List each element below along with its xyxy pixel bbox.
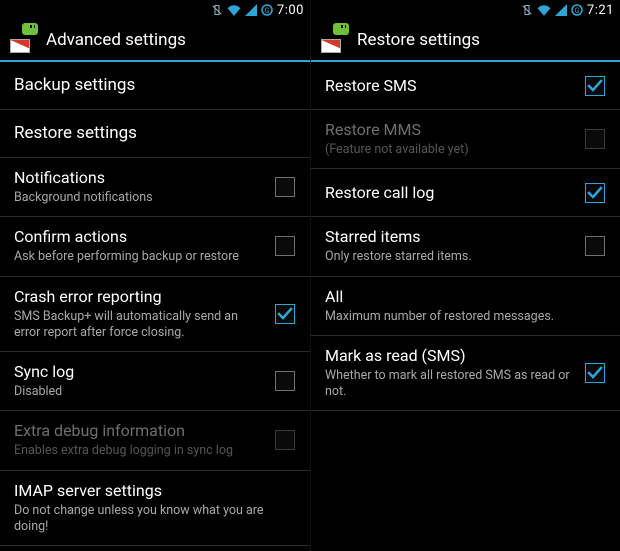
- settings-row-texts: Restore settings: [14, 123, 296, 144]
- settings-row[interactable]: Restore SMS: [311, 62, 620, 110]
- settings-row-subtitle: Background notifications: [14, 190, 266, 206]
- settings-row-subtitle: Enables extra debug logging in sync log: [14, 443, 266, 459]
- settings-row-subtitle: (Feature not available yet): [325, 142, 576, 158]
- settings-row-title: Crash error reporting: [14, 287, 266, 307]
- settings-row-title: Notifications: [14, 168, 266, 188]
- action-bar: Restore settings: [311, 20, 620, 62]
- settings-row-texts: Extra debug information Enables extra deb…: [14, 421, 274, 459]
- settings-row[interactable]: Restore settings: [0, 110, 310, 158]
- svg-text:G: G: [265, 7, 270, 15]
- checkbox: [584, 128, 606, 150]
- checkbox[interactable]: [274, 303, 296, 325]
- settings-row-title: Restore settings: [14, 123, 288, 144]
- settings-row[interactable]: Mark as read (SMS)Whether to mark all re…: [311, 336, 620, 412]
- checkbox[interactable]: [274, 235, 296, 257]
- settings-row-texts: Backup settings: [14, 75, 296, 96]
- status-bar: G 7:00: [0, 0, 310, 20]
- settings-row[interactable]: Restore call log: [311, 169, 620, 217]
- settings-row-texts: Mark as read (SMS)Whether to mark all re…: [325, 346, 584, 401]
- settings-list: Backup settings Restore settings Notificat…: [0, 62, 310, 551]
- settings-row-subtitle: Do not change unless you know what you a…: [14, 503, 288, 536]
- status-clock: 7:21: [587, 3, 614, 18]
- settings-row-texts: Crash error reportingSMS Backup+ will au…: [14, 287, 274, 342]
- wifi-icon: [537, 4, 551, 16]
- settings-row-texts: Restore call log: [325, 183, 584, 203]
- settings-row: Extra debug information Enables extra deb…: [0, 411, 310, 470]
- settings-row-texts: Sync log Disabled: [14, 362, 274, 400]
- signal-icon: [245, 4, 257, 16]
- screen-advanced-settings: G 7:00 Advanced settings Backup settings…: [0, 0, 310, 551]
- page-title: Restore settings: [357, 30, 480, 50]
- checkbox[interactable]: [274, 176, 296, 198]
- settings-row-subtitle: Disabled: [14, 384, 266, 400]
- settings-row-title: Mark as read (SMS): [325, 346, 576, 366]
- status-bar: G 7:21: [311, 0, 620, 20]
- page-title: Advanced settings: [46, 30, 186, 50]
- settings-row-texts: Notifications Background notifications: [14, 168, 274, 206]
- settings-row[interactable]: Notifications Background notifications: [0, 158, 310, 217]
- settings-row: Restore MMS (Feature not available yet): [311, 110, 620, 169]
- checkbox[interactable]: [584, 235, 606, 257]
- settings-row-title: Extra debug information: [14, 421, 266, 441]
- settings-row-title: IMAP server settings: [14, 481, 288, 501]
- settings-row-subtitle: Maximum number of restored messages.: [325, 309, 598, 325]
- checkbox[interactable]: [584, 362, 606, 384]
- settings-list: Restore SMS Restore MMS (Feature not avail…: [311, 62, 620, 551]
- settings-row-texts: Restore MMS (Feature not available yet): [325, 120, 584, 158]
- wifi-icon: [227, 4, 241, 16]
- settings-row-texts: IMAP server settingsDo not change unless…: [14, 481, 296, 536]
- settings-row-title: Restore call log: [325, 183, 576, 203]
- app-icon[interactable]: [321, 27, 347, 53]
- checkbox: [274, 429, 296, 451]
- settings-row-title: Restore SMS: [325, 76, 576, 96]
- settings-row[interactable]: Backup settings: [0, 62, 310, 110]
- settings-row-title: Confirm actions: [14, 227, 266, 247]
- app-icon[interactable]: [10, 27, 36, 53]
- status-clock: 7:00: [277, 3, 304, 18]
- settings-row-title: Restore MMS: [325, 120, 576, 140]
- screen-restore-settings: G 7:21 Restore settings Restore SMSResto…: [310, 0, 620, 551]
- settings-row[interactable]: IMAP server settingsDo not change unless…: [0, 471, 310, 547]
- vibrate-icon: [211, 4, 223, 16]
- action-bar: Advanced settings: [0, 20, 310, 62]
- settings-row[interactable]: Crash error reportingSMS Backup+ will au…: [0, 277, 310, 353]
- settings-row-subtitle: SMS Backup+ will automatically send an e…: [14, 309, 266, 342]
- checkbox[interactable]: [274, 370, 296, 392]
- settings-row-texts: Starred items Only restore starred items.: [325, 227, 584, 265]
- settings-row-subtitle: Whether to mark all restored SMS as read…: [325, 368, 576, 401]
- settings-row[interactable]: Confirm actions Ask before performing bac…: [0, 217, 310, 276]
- settings-row-title: All: [325, 287, 598, 307]
- settings-row-title: Backup settings: [14, 75, 288, 96]
- settings-row-title: Starred items: [325, 227, 576, 247]
- settings-row-title: Sync log: [14, 362, 266, 382]
- network-badge-icon: G: [261, 4, 273, 16]
- settings-row-subtitle: Only restore starred items.: [325, 249, 576, 265]
- settings-row-texts: Restore SMS: [325, 76, 584, 96]
- settings-row-texts: All Maximum number of restored messages.: [325, 287, 606, 325]
- settings-row[interactable]: All Maximum number of restored messages.: [311, 277, 620, 336]
- settings-row[interactable]: Starred items Only restore starred items.: [311, 217, 620, 276]
- signal-icon: [555, 4, 567, 16]
- svg-text:G: G: [575, 7, 580, 15]
- checkbox[interactable]: [584, 182, 606, 204]
- settings-row-texts: Confirm actions Ask before performing bac…: [14, 227, 274, 265]
- network-badge-icon: G: [571, 4, 583, 16]
- settings-row-subtitle: Ask before performing backup or restore: [14, 249, 266, 265]
- vibrate-icon: [521, 4, 533, 16]
- checkbox[interactable]: [584, 75, 606, 97]
- settings-row[interactable]: Sync log Disabled: [0, 352, 310, 411]
